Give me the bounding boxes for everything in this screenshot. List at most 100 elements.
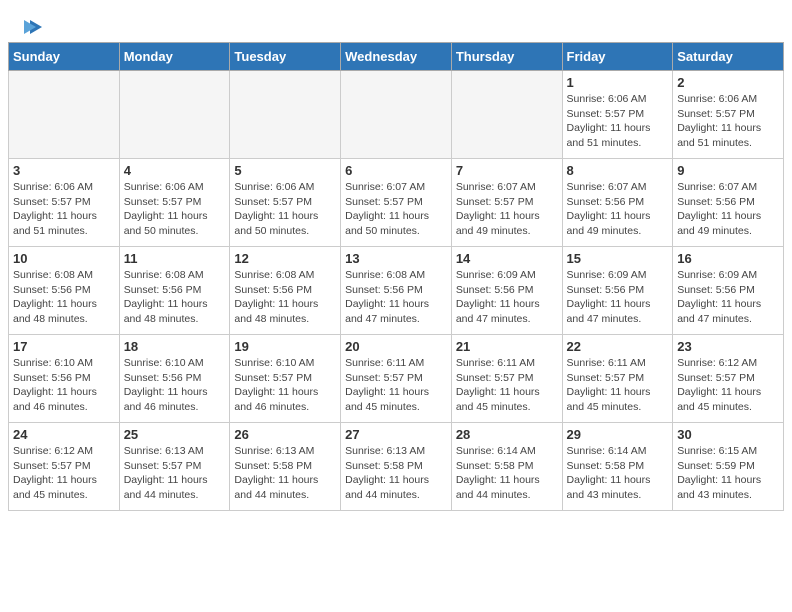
calendar-cell: 8 Sunrise: 6:07 AMSunset: 5:56 PMDaylight… — [562, 159, 673, 247]
calendar-cell: 7 Sunrise: 6:07 AMSunset: 5:57 PMDaylight… — [451, 159, 562, 247]
col-header-thursday: Thursday — [451, 43, 562, 71]
day-info: Sunrise: 6:11 AMSunset: 5:57 PMDaylight:… — [567, 356, 669, 415]
day-number: 18 — [124, 339, 226, 354]
day-number: 2 — [677, 75, 779, 90]
day-info: Sunrise: 6:09 AMSunset: 5:56 PMDaylight:… — [567, 268, 669, 327]
day-info: Sunrise: 6:13 AMSunset: 5:58 PMDaylight:… — [345, 444, 447, 503]
day-number: 4 — [124, 163, 226, 178]
calendar-cell: 23Sunrise: 6:12 AMSunset: 5:57 PMDayligh… — [673, 335, 784, 423]
calendar-cell — [9, 71, 120, 159]
calendar-cell: 27 Sunrise: 6:13 AMSunset: 5:58 PMDayligh… — [341, 423, 452, 511]
day-number: 11 — [124, 251, 226, 266]
day-info: Sunrise: 6:10 AMSunset: 5:56 PMDaylight:… — [124, 356, 226, 415]
day-info: Sunrise: 6:15 AMSunset: 5:59 PMDaylight:… — [677, 444, 779, 503]
day-number: 14 — [456, 251, 558, 266]
day-info: Sunrise: 6:12 AMSunset: 5:57 PMDaylight:… — [13, 444, 115, 503]
calendar-week-2: 3 Sunrise: 6:06 AMSunset: 5:57 PMDaylight… — [9, 159, 784, 247]
calendar-week-1: 1 Sunrise: 6:06 AMSunset: 5:57 PMDaylight… — [9, 71, 784, 159]
day-number: 22 — [567, 339, 669, 354]
calendar-cell: 24Sunrise: 6:12 AMSunset: 5:57 PMDayligh… — [9, 423, 120, 511]
day-number: 12 — [234, 251, 336, 266]
calendar-cell: 2 Sunrise: 6:06 AMSunset: 5:57 PMDaylight… — [673, 71, 784, 159]
col-header-tuesday: Tuesday — [230, 43, 341, 71]
calendar-wrapper: SundayMondayTuesdayWednesdayThursdayFrid… — [0, 42, 792, 519]
day-info: Sunrise: 6:12 AMSunset: 5:57 PMDaylight:… — [677, 356, 779, 415]
day-info: Sunrise: 6:06 AMSunset: 5:57 PMDaylight:… — [124, 180, 226, 239]
col-header-monday: Monday — [119, 43, 230, 71]
calendar-cell — [119, 71, 230, 159]
calendar-cell: 14 Sunrise: 6:09 AMSunset: 5:56 PMDayligh… — [451, 247, 562, 335]
day-info: Sunrise: 6:09 AMSunset: 5:56 PMDaylight:… — [456, 268, 558, 327]
day-info: Sunrise: 6:13 AMSunset: 5:57 PMDaylight:… — [124, 444, 226, 503]
calendar-cell: 1 Sunrise: 6:06 AMSunset: 5:57 PMDaylight… — [562, 71, 673, 159]
calendar-cell: 9 Sunrise: 6:07 AMSunset: 5:56 PMDaylight… — [673, 159, 784, 247]
col-header-friday: Friday — [562, 43, 673, 71]
calendar-cell: 15 Sunrise: 6:09 AMSunset: 5:56 PMDayligh… — [562, 247, 673, 335]
day-info: Sunrise: 6:10 AMSunset: 5:56 PMDaylight:… — [13, 356, 115, 415]
calendar-cell — [230, 71, 341, 159]
calendar-cell: 20 Sunrise: 6:11 AMSunset: 5:57 PMDayligh… — [341, 335, 452, 423]
col-header-sunday: Sunday — [9, 43, 120, 71]
calendar-week-5: 24Sunrise: 6:12 AMSunset: 5:57 PMDayligh… — [9, 423, 784, 511]
day-info: Sunrise: 6:06 AMSunset: 5:57 PMDaylight:… — [567, 92, 669, 151]
day-number: 19 — [234, 339, 336, 354]
day-number: 20 — [345, 339, 447, 354]
calendar-cell: 22 Sunrise: 6:11 AMSunset: 5:57 PMDayligh… — [562, 335, 673, 423]
day-info: Sunrise: 6:07 AMSunset: 5:56 PMDaylight:… — [677, 180, 779, 239]
calendar-cell: 16Sunrise: 6:09 AMSunset: 5:56 PMDayligh… — [673, 247, 784, 335]
day-info: Sunrise: 6:07 AMSunset: 5:57 PMDaylight:… — [345, 180, 447, 239]
day-info: Sunrise: 6:11 AMSunset: 5:57 PMDaylight:… — [345, 356, 447, 415]
day-info: Sunrise: 6:06 AMSunset: 5:57 PMDaylight:… — [234, 180, 336, 239]
day-number: 30 — [677, 427, 779, 442]
day-number: 16 — [677, 251, 779, 266]
day-info: Sunrise: 6:06 AMSunset: 5:57 PMDaylight:… — [13, 180, 115, 239]
calendar-cell: 30 Sunrise: 6:15 AMSunset: 5:59 PMDayligh… — [673, 423, 784, 511]
day-info: Sunrise: 6:07 AMSunset: 5:57 PMDaylight:… — [456, 180, 558, 239]
calendar-cell: 21Sunrise: 6:11 AMSunset: 5:57 PMDayligh… — [451, 335, 562, 423]
logo — [20, 16, 44, 34]
day-number: 1 — [567, 75, 669, 90]
day-info: Sunrise: 6:07 AMSunset: 5:56 PMDaylight:… — [567, 180, 669, 239]
day-info: Sunrise: 6:11 AMSunset: 5:57 PMDaylight:… — [456, 356, 558, 415]
day-info: Sunrise: 6:06 AMSunset: 5:57 PMDaylight:… — [677, 92, 779, 151]
day-number: 9 — [677, 163, 779, 178]
day-info: Sunrise: 6:08 AMSunset: 5:56 PMDaylight:… — [345, 268, 447, 327]
page-header — [0, 0, 792, 42]
day-number: 25 — [124, 427, 226, 442]
day-number: 17 — [13, 339, 115, 354]
calendar-cell: 10Sunrise: 6:08 AMSunset: 5:56 PMDayligh… — [9, 247, 120, 335]
calendar-cell: 12 Sunrise: 6:08 AMSunset: 5:56 PMDayligh… — [230, 247, 341, 335]
day-info: Sunrise: 6:08 AMSunset: 5:56 PMDaylight:… — [234, 268, 336, 327]
day-info: Sunrise: 6:08 AMSunset: 5:56 PMDaylight:… — [13, 268, 115, 327]
calendar-cell: 6 Sunrise: 6:07 AMSunset: 5:57 PMDaylight… — [341, 159, 452, 247]
col-header-saturday: Saturday — [673, 43, 784, 71]
calendar-cell: 4 Sunrise: 6:06 AMSunset: 5:57 PMDaylight… — [119, 159, 230, 247]
calendar-cell: 19 Sunrise: 6:10 AMSunset: 5:57 PMDayligh… — [230, 335, 341, 423]
day-number: 15 — [567, 251, 669, 266]
calendar-cell: 29 Sunrise: 6:14 AMSunset: 5:58 PMDayligh… — [562, 423, 673, 511]
day-number: 13 — [345, 251, 447, 266]
calendar-cell: 5 Sunrise: 6:06 AMSunset: 5:57 PMDaylight… — [230, 159, 341, 247]
calendar-week-3: 10Sunrise: 6:08 AMSunset: 5:56 PMDayligh… — [9, 247, 784, 335]
day-number: 5 — [234, 163, 336, 178]
col-header-wednesday: Wednesday — [341, 43, 452, 71]
day-info: Sunrise: 6:10 AMSunset: 5:57 PMDaylight:… — [234, 356, 336, 415]
calendar-cell: 28Sunrise: 6:14 AMSunset: 5:58 PMDayligh… — [451, 423, 562, 511]
day-number: 6 — [345, 163, 447, 178]
calendar-cell: 17 Sunrise: 6:10 AMSunset: 5:56 PMDayligh… — [9, 335, 120, 423]
day-info: Sunrise: 6:13 AMSunset: 5:58 PMDaylight:… — [234, 444, 336, 503]
calendar-cell — [451, 71, 562, 159]
calendar: SundayMondayTuesdayWednesdayThursdayFrid… — [8, 42, 784, 511]
calendar-cell: 11 Sunrise: 6:08 AMSunset: 5:56 PMDayligh… — [119, 247, 230, 335]
day-number: 26 — [234, 427, 336, 442]
calendar-cell: 3 Sunrise: 6:06 AMSunset: 5:57 PMDaylight… — [9, 159, 120, 247]
day-number: 3 — [13, 163, 115, 178]
day-number: 29 — [567, 427, 669, 442]
day-number: 7 — [456, 163, 558, 178]
calendar-cell: 25 Sunrise: 6:13 AMSunset: 5:57 PMDayligh… — [119, 423, 230, 511]
calendar-cell: 18 Sunrise: 6:10 AMSunset: 5:56 PMDayligh… — [119, 335, 230, 423]
day-number: 27 — [345, 427, 447, 442]
day-info: Sunrise: 6:14 AMSunset: 5:58 PMDaylight:… — [567, 444, 669, 503]
day-info: Sunrise: 6:08 AMSunset: 5:56 PMDaylight:… — [124, 268, 226, 327]
day-number: 8 — [567, 163, 669, 178]
